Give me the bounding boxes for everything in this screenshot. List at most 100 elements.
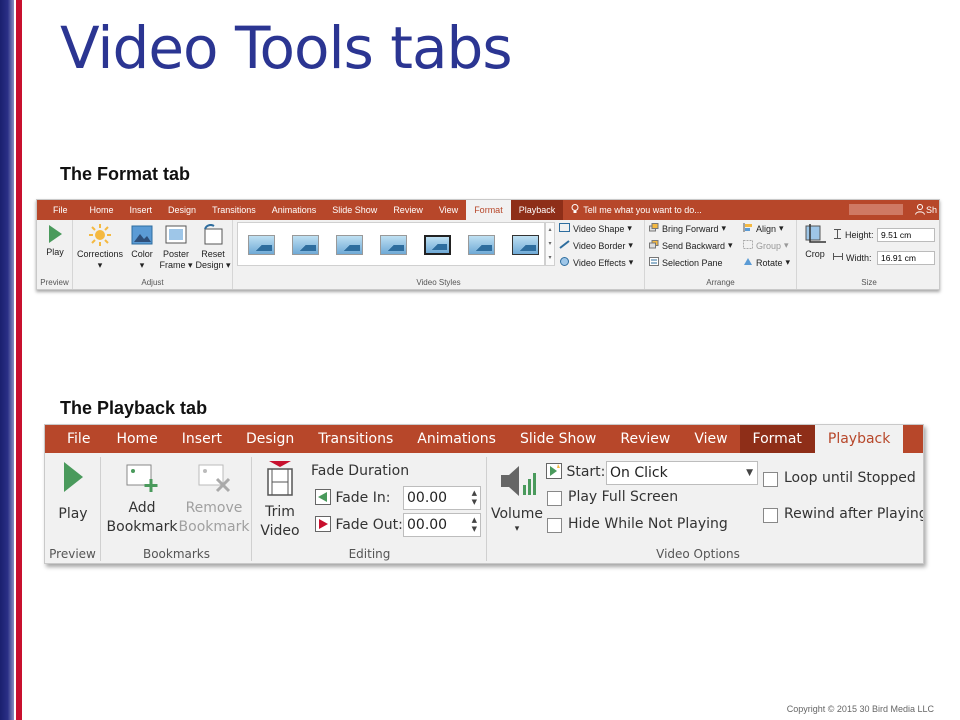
sun-icon [89,224,111,246]
video-style-thumb[interactable] [424,235,451,255]
video-effects-button[interactable]: Video Effects ▾ [559,257,633,268]
video-style-thumb[interactable] [336,235,363,255]
tab-design[interactable]: Design [160,200,204,220]
video-style-thumb[interactable] [248,235,275,255]
video-style-thumb[interactable] [292,235,319,255]
tab-file[interactable]: File [45,425,104,453]
rotate-button[interactable]: Rotate ▾ [743,257,790,268]
tab-file[interactable]: File [37,200,82,220]
rewind-after-playing-checkbox[interactable] [763,508,778,523]
tab-home[interactable]: Home [104,425,169,453]
tab-slide-show[interactable]: Slide Show [324,200,385,220]
selection-pane-button[interactable]: Selection Pane [649,257,723,268]
play-button[interactable]: Play [49,461,97,524]
bring-forward-button[interactable]: Bring Forward ▾ [649,223,726,234]
trim-video-button[interactable]: Trim Video [255,461,305,541]
group-adjust: Corrections ▾ Color ▾ Poster Frame ▾ Res… [73,220,233,289]
group-size: Crop Height: 9.51 cm Width: 16.91 cm Siz… [797,220,939,289]
group-button[interactable]: Group ▾ [743,240,789,251]
tab-home[interactable]: Home [82,200,122,220]
play-label: Play [46,247,64,257]
ribbon-tab-bar: File Home Insert Design Transitions Anim… [37,200,939,220]
tab-format[interactable]: Format [466,200,511,220]
tell-me-text: Tell me what you want to do... [583,205,702,215]
reset-label: Reset [201,249,225,259]
crop-label: Crop [805,249,825,259]
tab-animations[interactable]: Animations [264,200,325,220]
crop-icon [805,224,826,243]
tab-transitions[interactable]: Transitions [204,200,264,220]
crop-button[interactable]: Crop [801,224,829,260]
copyright-footer: Copyright © 2015 30 Bird Media LLC [786,704,934,714]
group-label-adjust: Adjust [141,278,164,287]
reset-icon [204,223,223,245]
tell-me-box[interactable]: Tell me what you want to do... [563,200,702,220]
tab-animations[interactable]: Animations [405,425,508,453]
height-input[interactable]: 9.51 cm [877,228,935,242]
tab-transitions[interactable]: Transitions [306,425,405,453]
reset-design-button[interactable]: Reset Design ▾ [195,223,231,271]
video-styles-gallery[interactable] [237,222,545,266]
group-label-bookmarks: Bookmarks [142,547,211,561]
spinner-arrows-icon[interactable]: ▲ ▼ [472,489,477,507]
tab-view[interactable]: View [682,425,739,453]
start-select[interactable]: On Click ▼ [606,461,758,485]
tab-playback[interactable]: Playback [814,425,904,453]
corrections-button[interactable]: Corrections ▾ [75,224,125,271]
align-button[interactable]: Align ▾ [743,223,784,234]
hide-while-not-playing-checkbox[interactable] [547,518,562,533]
tab-format[interactable]: Format [739,425,815,453]
tab-slide-show[interactable]: Slide Show [508,425,608,453]
play-full-screen-checkbox[interactable] [547,491,562,506]
video-label: Video [260,523,300,539]
volume-label: Volume [490,506,544,522]
video-shape-button[interactable]: Video Shape ▾ [559,223,632,234]
loop-until-stopped-label: Loop until Stopped [784,470,916,486]
width-icon [833,252,843,263]
poster-frame-button[interactable]: Poster Frame ▾ [159,224,193,271]
video-shape-icon [559,223,570,234]
group-video-styles: ▴ ▾ ▾ Video Shape ▾ Video Border ▾ Video Eff… [233,220,645,289]
group-label-size: Size [861,278,877,287]
group-editing: Trim Video Fade Duration Fade In: 00.00 … [253,457,487,561]
tab-playback[interactable]: Playback [510,200,564,220]
gallery-scroll[interactable]: ▴ ▾ ▾ [545,222,555,266]
dropdown-caret-icon: ▾ [97,260,103,270]
share-button[interactable]: Sh [914,200,939,220]
tab-view[interactable]: View [431,200,466,220]
group-bookmarks: Add Bookmark Remove Bookmark Bookmarks [102,457,252,561]
loop-until-stopped-checkbox[interactable] [763,472,778,487]
spinner-arrows-icon[interactable]: ▲ ▼ [472,516,477,534]
trim-label: Trim [265,504,295,520]
play-icon [49,225,62,243]
video-style-thumb[interactable] [468,235,495,255]
effects-icon [559,257,570,268]
tab-insert[interactable]: Insert [122,200,161,220]
volume-button[interactable]: Volume ▾ [490,463,544,534]
format-ribbon: File Home Insert Design Transitions Anim… [36,199,940,290]
tab-design[interactable]: Design [234,425,306,453]
poster-label: Poster [162,249,189,259]
tab-review[interactable]: Review [608,425,682,453]
color-button[interactable]: Color ▾ [127,224,157,271]
play-button[interactable]: Play [41,224,69,258]
tab-review[interactable]: Review [385,200,431,220]
height-icon [833,229,842,241]
add-bookmark-button[interactable]: Add Bookmark [106,461,178,537]
width-input[interactable]: 16.91 cm [877,251,935,265]
play-full-screen-label: Play Full Screen [568,489,679,505]
add-label: Add [128,500,156,516]
group-preview: Play Preview [37,220,73,289]
dropdown-caret-icon: ▾ [139,260,145,270]
video-style-thumb[interactable] [380,235,407,255]
fade-in-input[interactable]: 00.00 ▲ ▼ [403,486,481,510]
frame-label: Frame ▾ [159,260,193,270]
selection-pane-icon [649,257,659,268]
video-style-thumb[interactable] [512,235,539,255]
group-preview: Play Preview [45,457,101,561]
tab-insert[interactable]: Insert [170,425,234,453]
send-backward-button[interactable]: Send Backward ▾ [649,240,733,251]
remove-bookmark-button[interactable]: Remove Bookmark [178,461,250,537]
fade-out-input[interactable]: 00.00 ▲ ▼ [403,513,481,537]
video-border-button[interactable]: Video Border ▾ [559,240,633,251]
